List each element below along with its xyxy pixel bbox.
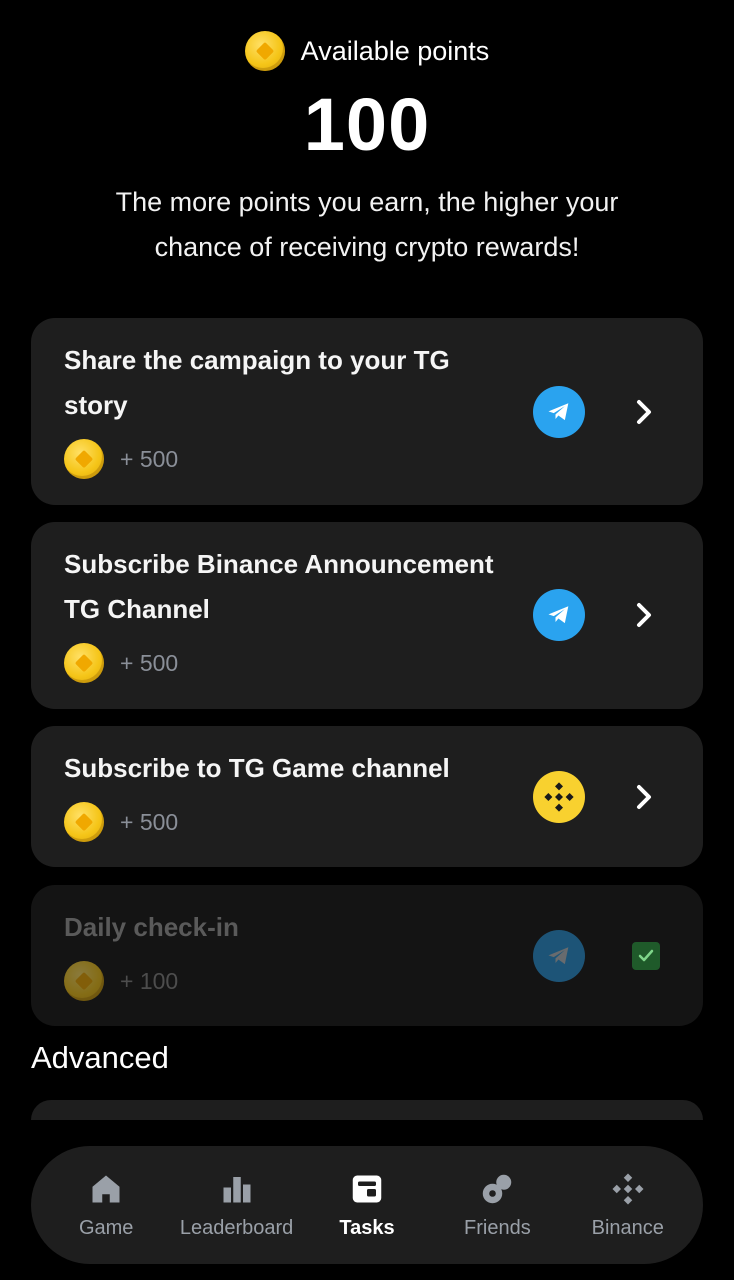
binance-icon	[533, 771, 585, 823]
completed-checkbox	[632, 942, 660, 970]
reward-amount: + 100	[120, 967, 179, 994]
points-description: The more points you earn, the higher you…	[115, 187, 619, 262]
binance-icon	[610, 1171, 646, 1207]
nav-label: Leaderboard	[179, 1216, 294, 1239]
coin-icon	[244, 31, 285, 71]
nav-label: Friends	[464, 1216, 531, 1239]
task-reward: + 500	[64, 802, 178, 842]
nav-item-leaderboard[interactable]: Leaderboard	[174, 1171, 300, 1240]
task-card-subscribe-game-channel[interactable]: Subscribe to TG Game channel + 500	[31, 726, 703, 867]
nav-item-tasks[interactable]: Tasks	[304, 1171, 430, 1240]
task-title: Subscribe to TG Game channel	[64, 753, 450, 783]
bar-chart-icon	[219, 1171, 255, 1207]
home-icon	[88, 1171, 124, 1207]
nav-item-friends[interactable]: Friends	[434, 1171, 560, 1240]
coin-icon	[64, 643, 104, 683]
reward-amount: + 500	[120, 649, 179, 676]
coin-icon	[64, 439, 104, 479]
chevron-right-icon[interactable]	[629, 782, 659, 812]
task-card-share-story[interactable]: Share the campaign to your TG story + 50…	[31, 318, 703, 505]
task-title: Share the campaign to your TG story	[64, 345, 450, 420]
task-reward: + 500	[64, 439, 178, 479]
task-card-daily-check-in: Daily check-in + 100	[31, 885, 703, 1026]
task-reward: + 500	[64, 643, 178, 683]
nav-label: Binance	[591, 1216, 664, 1239]
tasks-icon	[349, 1171, 385, 1207]
reward-amount: + 500	[120, 445, 179, 472]
task-reward: + 100	[64, 961, 178, 1001]
available-points-header: Available points	[0, 30, 734, 72]
telegram-icon	[533, 930, 585, 982]
chevron-right-icon[interactable]	[629, 397, 659, 427]
telegram-icon	[533, 386, 585, 438]
reward-amount: + 500	[120, 808, 179, 835]
chevron-right-icon[interactable]	[629, 600, 659, 630]
nav-label: Game	[78, 1216, 134, 1239]
friends-icon	[479, 1171, 515, 1207]
task-title: Subscribe Binance Announcement TG Channe…	[64, 549, 494, 624]
tasks-page: Available points 100 The more points you…	[0, 0, 734, 1280]
telegram-icon	[533, 589, 585, 641]
advanced-task-card[interactable]	[31, 1100, 703, 1120]
advanced-section-title: Advanced	[31, 1040, 169, 1075]
nav-item-game[interactable]: Game	[43, 1171, 169, 1240]
nav-item-binance[interactable]: Binance	[565, 1171, 691, 1240]
bottom-nav: Game Leaderboard Tasks Friends Binance	[31, 1146, 703, 1264]
coin-icon	[64, 961, 104, 1001]
points-balance: 100	[303, 83, 431, 166]
coin-icon	[64, 802, 104, 842]
task-card-subscribe-announcement[interactable]: Subscribe Binance Announcement TG Channe…	[31, 522, 703, 709]
task-title: Daily check-in	[64, 912, 239, 942]
available-points-label: Available points	[300, 35, 490, 66]
nav-label: Tasks	[339, 1216, 395, 1239]
